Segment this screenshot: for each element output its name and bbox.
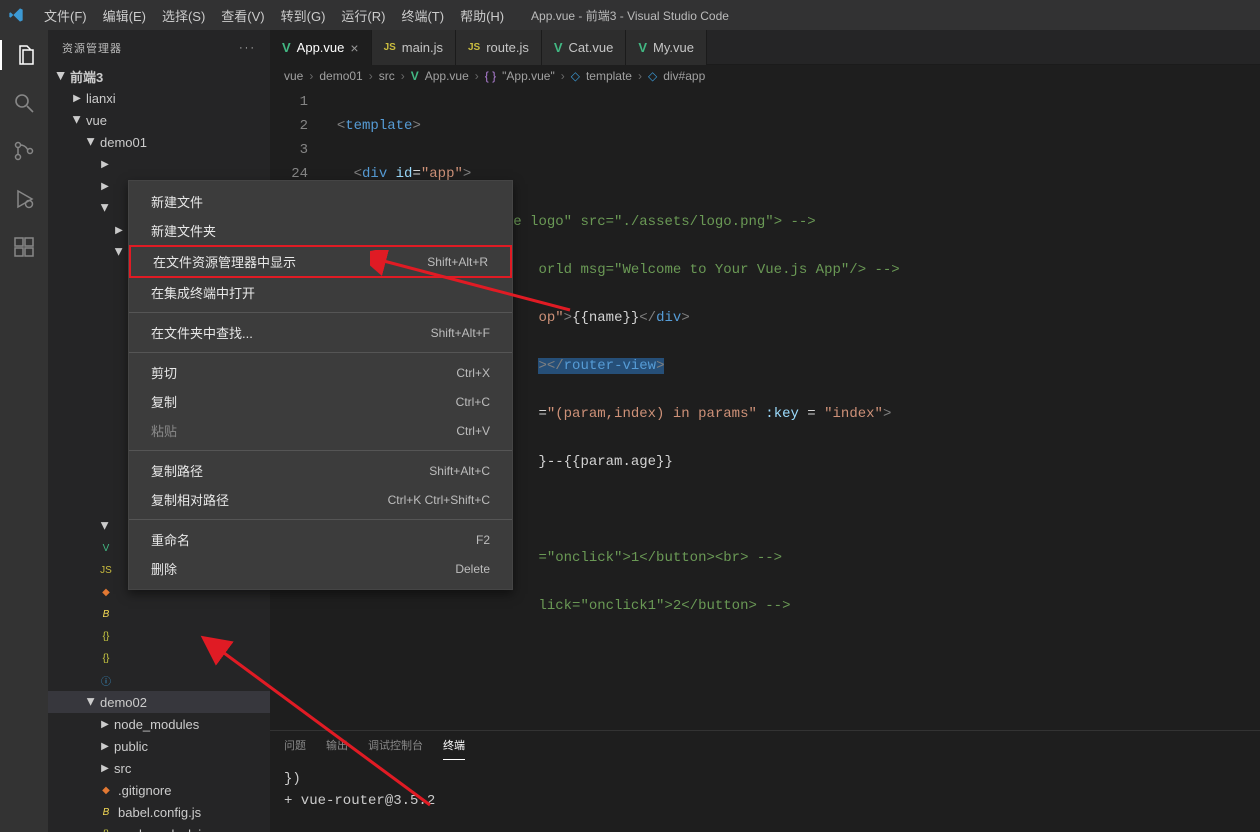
menu-file[interactable]: 文件(F) bbox=[36, 6, 95, 25]
tab-main-js[interactable]: JS main.js bbox=[372, 30, 456, 65]
vue-icon: V bbox=[282, 40, 291, 55]
ctx-copy-relative-path[interactable]: 复制相对路径Ctrl+K Ctrl+Shift+C bbox=[129, 485, 512, 514]
module-icon: ◇ bbox=[648, 69, 657, 83]
tab-route-js[interactable]: JS route.js bbox=[456, 30, 542, 65]
chevron-down-icon: ▶ bbox=[54, 69, 68, 83]
json-icon: {} bbox=[98, 628, 114, 644]
module-icon: ◇ bbox=[571, 69, 580, 83]
js-icon: JS bbox=[98, 562, 114, 578]
source-control-icon[interactable] bbox=[0, 136, 48, 166]
menubar: 文件(F) 编辑(E) 选择(S) 查看(V) 转到(G) 运行(R) 终端(T… bbox=[0, 0, 1260, 30]
panel-tabs: 问题 输出 调试控制台 终端 bbox=[270, 731, 1260, 760]
ctx-separator bbox=[129, 519, 512, 520]
chevron-down-icon: ▶ bbox=[70, 113, 84, 127]
search-icon[interactable] bbox=[0, 88, 48, 118]
panel-tab-problems[interactable]: 问题 bbox=[284, 737, 306, 760]
menu-run[interactable]: 运行(R) bbox=[333, 6, 393, 25]
file-obscured-json2[interactable]: {} bbox=[48, 647, 270, 669]
panel-tab-debug[interactable]: 调试控制台 bbox=[368, 737, 423, 760]
vue-icon: V bbox=[554, 40, 563, 55]
ctx-copy-path[interactable]: 复制路径Shift+Alt+C bbox=[129, 456, 512, 485]
chevron-down-icon: ▶ bbox=[84, 135, 98, 149]
gitignore-icon: ◆ bbox=[98, 584, 114, 600]
ctx-delete[interactable]: 删除Delete bbox=[129, 554, 512, 583]
breadcrumbs[interactable]: vue› demo01› src› V App.vue› { } "App.vu… bbox=[270, 65, 1260, 87]
menu-terminal[interactable]: 终端(T) bbox=[393, 6, 452, 25]
panel-tab-output[interactable]: 输出 bbox=[326, 737, 348, 760]
js-icon: JS bbox=[468, 42, 480, 53]
menu-help[interactable]: 帮助(H) bbox=[452, 6, 512, 25]
ctx-copy[interactable]: 复制Ctrl+C bbox=[129, 387, 512, 416]
ctx-open-terminal[interactable]: 在集成终端中打开 bbox=[129, 278, 512, 307]
braces-icon: { } bbox=[485, 69, 496, 83]
ctx-find-in-folder[interactable]: 在文件夹中查找...Shift+Alt+F bbox=[129, 318, 512, 347]
chevron-down-icon: ▶ bbox=[84, 695, 98, 709]
context-menu: 新建文件 新建文件夹 在文件资源管理器中显示Shift+Alt+R 在集成终端中… bbox=[128, 180, 513, 590]
tab-cat-vue[interactable]: V Cat.vue bbox=[542, 30, 626, 65]
extensions-icon[interactable] bbox=[0, 232, 48, 262]
ctx-separator bbox=[129, 450, 512, 451]
ctx-reveal-in-explorer[interactable]: 在文件资源管理器中显示Shift+Alt+R bbox=[129, 245, 512, 278]
file-obscured-babel[interactable]: B bbox=[48, 603, 270, 625]
ctx-separator bbox=[129, 312, 512, 313]
folder-demo01[interactable]: ▶ demo01 bbox=[48, 131, 270, 153]
more-icon[interactable]: ··· bbox=[239, 42, 256, 54]
file-gitignore[interactable]: ◆.gitignore bbox=[48, 779, 270, 801]
tab-app-vue[interactable]: V App.vue × bbox=[270, 30, 372, 65]
menu-view[interactable]: 查看(V) bbox=[213, 6, 272, 25]
editor-tabs: V App.vue × JS main.js JS route.js V Cat… bbox=[270, 30, 1260, 65]
vue-icon: V bbox=[638, 40, 647, 55]
vue-icon: V bbox=[411, 69, 419, 83]
ctx-cut[interactable]: 剪切Ctrl+X bbox=[129, 358, 512, 387]
gitignore-icon: ◆ bbox=[98, 782, 114, 798]
menu-goto[interactable]: 转到(G) bbox=[273, 6, 334, 25]
chevron-right-icon: ▶ bbox=[70, 91, 84, 105]
menu-select[interactable]: 选择(S) bbox=[154, 6, 213, 25]
folder-src[interactable]: ▶src bbox=[48, 757, 270, 779]
panel: 问题 输出 调试控制台 终端 }) + vue-router@3.5.2 bbox=[270, 730, 1260, 832]
babel-icon: B bbox=[98, 804, 114, 820]
vscode-logo-icon bbox=[8, 7, 24, 23]
folder-node-modules[interactable]: ▶node_modules bbox=[48, 713, 270, 735]
file-obscured-info[interactable]: ⓘ bbox=[48, 669, 270, 691]
close-icon[interactable]: × bbox=[350, 40, 358, 56]
tab-my-vue[interactable]: V My.vue bbox=[626, 30, 707, 65]
json-icon: {} bbox=[98, 826, 114, 832]
terminal-output[interactable]: }) + vue-router@3.5.2 bbox=[270, 760, 1260, 832]
json-icon: {} bbox=[98, 650, 114, 666]
babel-icon: B bbox=[98, 606, 114, 622]
info-icon: ⓘ bbox=[98, 672, 114, 688]
explorer-icon[interactable] bbox=[0, 40, 48, 70]
folder-vue[interactable]: ▶ vue bbox=[48, 109, 270, 131]
folder-lianxi[interactable]: ▶ lianxi bbox=[48, 87, 270, 109]
ctx-rename[interactable]: 重命名F2 bbox=[129, 525, 512, 554]
window-title: App.vue - 前端3 - Visual Studio Code bbox=[531, 7, 729, 24]
folder-demo02[interactable]: ▶ demo02 bbox=[48, 691, 270, 713]
root-folder[interactable]: ▶ 前端3 bbox=[48, 65, 270, 87]
file-obscured-json1[interactable]: {} bbox=[48, 625, 270, 647]
activity-bar bbox=[0, 30, 48, 832]
menu-edit[interactable]: 编辑(E) bbox=[95, 6, 154, 25]
folder-public[interactable]: ▶public bbox=[48, 735, 270, 757]
vue-icon: V bbox=[98, 540, 114, 556]
panel-tab-terminal[interactable]: 终端 bbox=[443, 737, 465, 760]
sidebar-title: 资源管理器 bbox=[62, 40, 122, 56]
file-babel-config[interactable]: Bbabel.config.js bbox=[48, 801, 270, 823]
ctx-new-folder[interactable]: 新建文件夹 bbox=[129, 216, 512, 245]
ctx-paste: 粘贴Ctrl+V bbox=[129, 416, 512, 445]
js-icon: JS bbox=[384, 42, 396, 53]
run-debug-icon[interactable] bbox=[0, 184, 48, 214]
obscured-child-1[interactable]: ▶ bbox=[48, 153, 270, 175]
ctx-new-file[interactable]: 新建文件 bbox=[129, 187, 512, 216]
file-package-lock[interactable]: {}package-lock.json bbox=[48, 823, 270, 832]
ctx-separator bbox=[129, 352, 512, 353]
